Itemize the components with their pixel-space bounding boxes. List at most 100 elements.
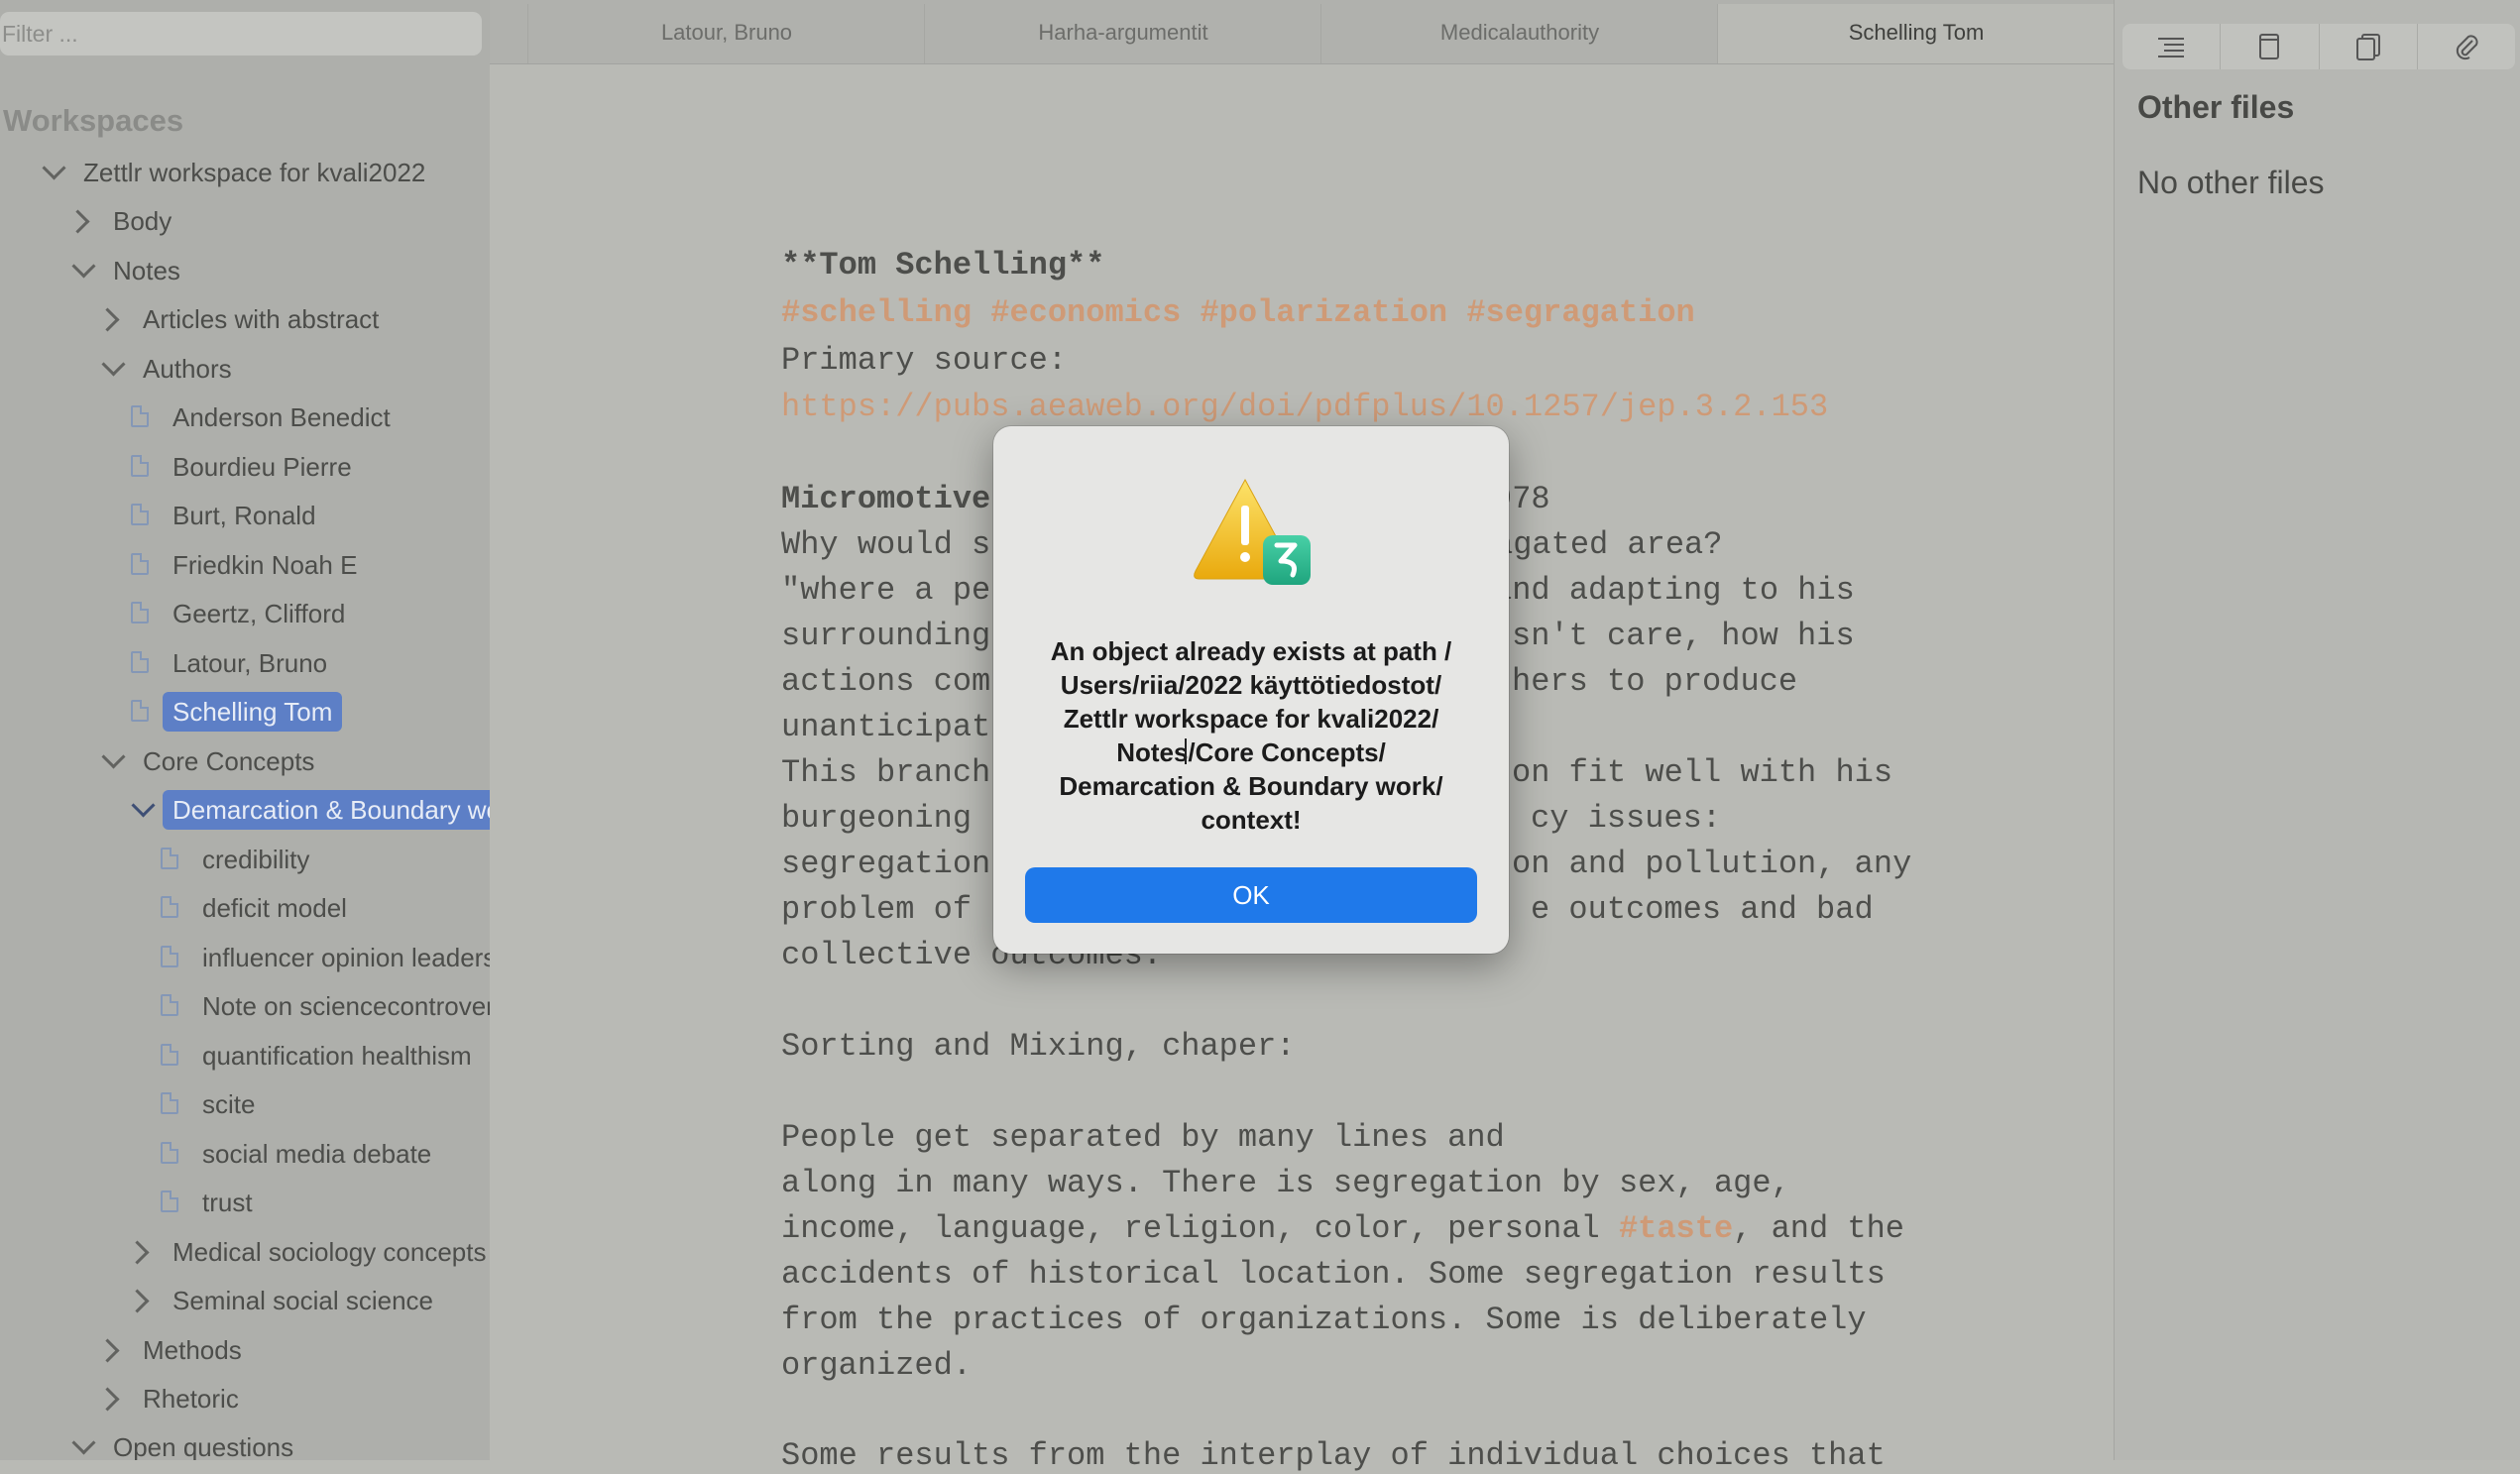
tree-item-geertz-clifford[interactable]: Geertz, Clifford bbox=[0, 592, 490, 635]
tab-harha-argumentit[interactable]: Harha-argumentit bbox=[924, 4, 1321, 63]
tree-item-friedkin-noah[interactable]: Friedkin Noah E bbox=[0, 543, 490, 587]
text-cursor-icon bbox=[1185, 738, 1193, 764]
file-icon bbox=[161, 848, 178, 869]
tree-item-credibility[interactable]: credibility bbox=[0, 838, 490, 881]
tree-item-open-questions[interactable]: Open questions bbox=[0, 1425, 490, 1460]
file-icon bbox=[131, 700, 149, 722]
filter-input[interactable]: Filter ... bbox=[0, 12, 482, 56]
chevron-down-icon[interactable] bbox=[42, 156, 66, 180]
tree-item-social-media-debate[interactable]: social media debate bbox=[0, 1132, 490, 1176]
editor-line: Some results from the interplay of indiv… bbox=[781, 1437, 1886, 1474]
editor-line: from the practices of organizations. Som… bbox=[781, 1302, 1867, 1338]
primary-source-link[interactable]: https://pubs.aeaweb.org/doi/pdfplus/10.1… bbox=[781, 389, 1828, 425]
paperclip-icon bbox=[2456, 35, 2478, 60]
tab-medicalauthority[interactable]: Medicalauthority bbox=[1320, 4, 1718, 63]
tree-item-body[interactable]: Body bbox=[0, 199, 490, 243]
tree-item-quantification-healthism[interactable]: quantification healthism bbox=[0, 1034, 490, 1077]
tree-item-medical-sociology-concepts[interactable]: Medical sociology concepts bbox=[0, 1230, 490, 1274]
editor-line: e outcomes and bad bbox=[1531, 891, 1874, 928]
tree-item-label: deficit model bbox=[202, 893, 347, 923]
editor-line: "where a pe bbox=[781, 572, 991, 609]
chevron-right-icon[interactable] bbox=[95, 1387, 120, 1412]
chevron-down-icon[interactable] bbox=[101, 744, 126, 769]
file-icon bbox=[131, 455, 149, 477]
tree-item-workspace[interactable]: Zettlr workspace for kvali2022 bbox=[0, 151, 490, 194]
other-files-button[interactable] bbox=[2319, 24, 2418, 69]
tree-item-label: credibility bbox=[202, 845, 310, 874]
tab-bar: Latour, Bruno Harha-argumentit Medicalau… bbox=[490, 0, 2116, 64]
tree-item-burt-ronald[interactable]: Burt, Ronald bbox=[0, 494, 490, 537]
attachments-button[interactable] bbox=[2417, 24, 2515, 69]
tree-item-label: Medical sociology concepts bbox=[172, 1237, 487, 1267]
tree-item-methods[interactable]: Methods bbox=[0, 1328, 490, 1372]
tab-schelling-tom[interactable]: Schelling Tom bbox=[1717, 4, 2116, 63]
file-icon bbox=[161, 1092, 178, 1114]
chevron-right-icon[interactable] bbox=[125, 1240, 150, 1265]
chevron-down-icon[interactable] bbox=[101, 352, 126, 377]
tree-item-label: Burt, Ronald bbox=[172, 501, 316, 530]
tree-item-label: Open questions bbox=[113, 1432, 294, 1460]
editor-line: and adapting to his bbox=[1493, 572, 1855, 609]
editor-line: along in many ways. There is segregation… bbox=[781, 1165, 1790, 1201]
tree-item-label: Zettlr workspace for kvali2022 bbox=[83, 158, 426, 187]
other-files-empty: No other files bbox=[2137, 165, 2325, 200]
editor-line: hers to produce bbox=[1512, 663, 1798, 700]
toc-button[interactable] bbox=[2122, 24, 2222, 69]
sorting-heading-line: Sorting and Mixing, chaper: bbox=[781, 1028, 1296, 1065]
tree-item-schelling-tom[interactable]: Schelling Tom bbox=[0, 690, 490, 734]
tree-item-bourdieu-pierre[interactable]: Bourdieu Pierre bbox=[0, 445, 490, 489]
dialog-message-line: Demarcation & Boundary work/ bbox=[1059, 771, 1443, 801]
tree-item-seminal-social-science[interactable]: Seminal social science bbox=[0, 1279, 490, 1322]
tags-line[interactable]: #schelling #economics #polarization #seg… bbox=[781, 294, 1695, 331]
toc-icon bbox=[2158, 38, 2185, 57]
tree-item-trust[interactable]: trust bbox=[0, 1181, 490, 1224]
chevron-right-icon[interactable] bbox=[65, 209, 90, 234]
editor-line: surrounding bbox=[781, 618, 991, 654]
tab-latour-bruno[interactable]: Latour, Bruno bbox=[527, 4, 925, 63]
chevron-right-icon[interactable] bbox=[125, 1289, 150, 1313]
editor-line: organized. bbox=[781, 1347, 973, 1384]
tree-item-label: Bourdieu Pierre bbox=[172, 452, 352, 482]
tree-item-rhetoric[interactable]: Rhetoric bbox=[0, 1377, 490, 1420]
tree-item-authors[interactable]: Authors bbox=[0, 347, 490, 391]
tree-item-influencer-opinion-leaders[interactable]: influencer opinion leaders bbox=[0, 936, 490, 979]
chevron-down-icon[interactable] bbox=[71, 1430, 96, 1455]
dialog-message-line: An object already exists at path / bbox=[1050, 636, 1452, 666]
tree-item-label: Notes bbox=[113, 256, 180, 285]
tree-item-core-concepts[interactable]: Core Concepts bbox=[0, 739, 490, 783]
tree-item-label: influencer opinion leaders bbox=[202, 943, 490, 972]
tree-item-label: Note on sciencecontroversies bbox=[202, 991, 490, 1021]
tree-item-label: social media debate bbox=[202, 1139, 432, 1169]
tree-item-articles-with-abstract[interactable]: Articles with abstract bbox=[0, 297, 490, 341]
editor-line: accidents of historical location. Some s… bbox=[781, 1256, 1886, 1293]
editor-line: actions com bbox=[781, 663, 991, 700]
tree-item-latour-bruno[interactable]: Latour, Bruno bbox=[0, 641, 490, 685]
chevron-down-icon[interactable] bbox=[71, 254, 96, 279]
tree-item-scite[interactable]: scite bbox=[0, 1082, 490, 1126]
file-icon bbox=[131, 405, 149, 427]
ok-button[interactable]: OK bbox=[1025, 867, 1477, 923]
chevron-right-icon[interactable] bbox=[95, 1338, 120, 1363]
tree-item-label: Rhetoric bbox=[143, 1384, 239, 1414]
file-icon bbox=[131, 602, 149, 624]
note-title-line: **Tom Schelling** bbox=[781, 247, 1105, 283]
tree-item-label: Latour, Bruno bbox=[172, 648, 328, 678]
file-tree-sidebar: Filter ... Workspaces Zettlr workspace f… bbox=[0, 0, 490, 1460]
related-file-button[interactable] bbox=[2221, 24, 2320, 69]
text-span: , and the bbox=[1733, 1210, 1904, 1247]
file-icon bbox=[161, 1044, 178, 1066]
workspaces-heading: Workspaces bbox=[3, 103, 184, 138]
dialog-message-line: Users/riia/2022 käyttötiedostot/ bbox=[1060, 670, 1442, 700]
tree-item-label: Methods bbox=[143, 1335, 242, 1365]
tree-item-note-on-sciencecontroversies[interactable]: Note on sciencecontroversies bbox=[0, 984, 490, 1028]
tree-item-anderson-benedict[interactable]: Anderson Benedict bbox=[0, 396, 490, 439]
file-icon bbox=[2259, 34, 2280, 59]
chevron-right-icon[interactable] bbox=[95, 307, 120, 332]
tree-item-label: Core Concepts bbox=[143, 746, 315, 776]
taste-tag[interactable]: #taste bbox=[1619, 1210, 1733, 1247]
chevron-down-icon[interactable] bbox=[131, 793, 156, 818]
tree-item-deficit-model[interactable]: deficit model bbox=[0, 886, 490, 930]
tree-item-notes[interactable]: Notes bbox=[0, 249, 490, 292]
tree-item-demarcation-boundary-work[interactable]: Demarcation & Boundary work bbox=[0, 788, 490, 832]
editor-line: sn't care, how his bbox=[1512, 618, 1855, 654]
